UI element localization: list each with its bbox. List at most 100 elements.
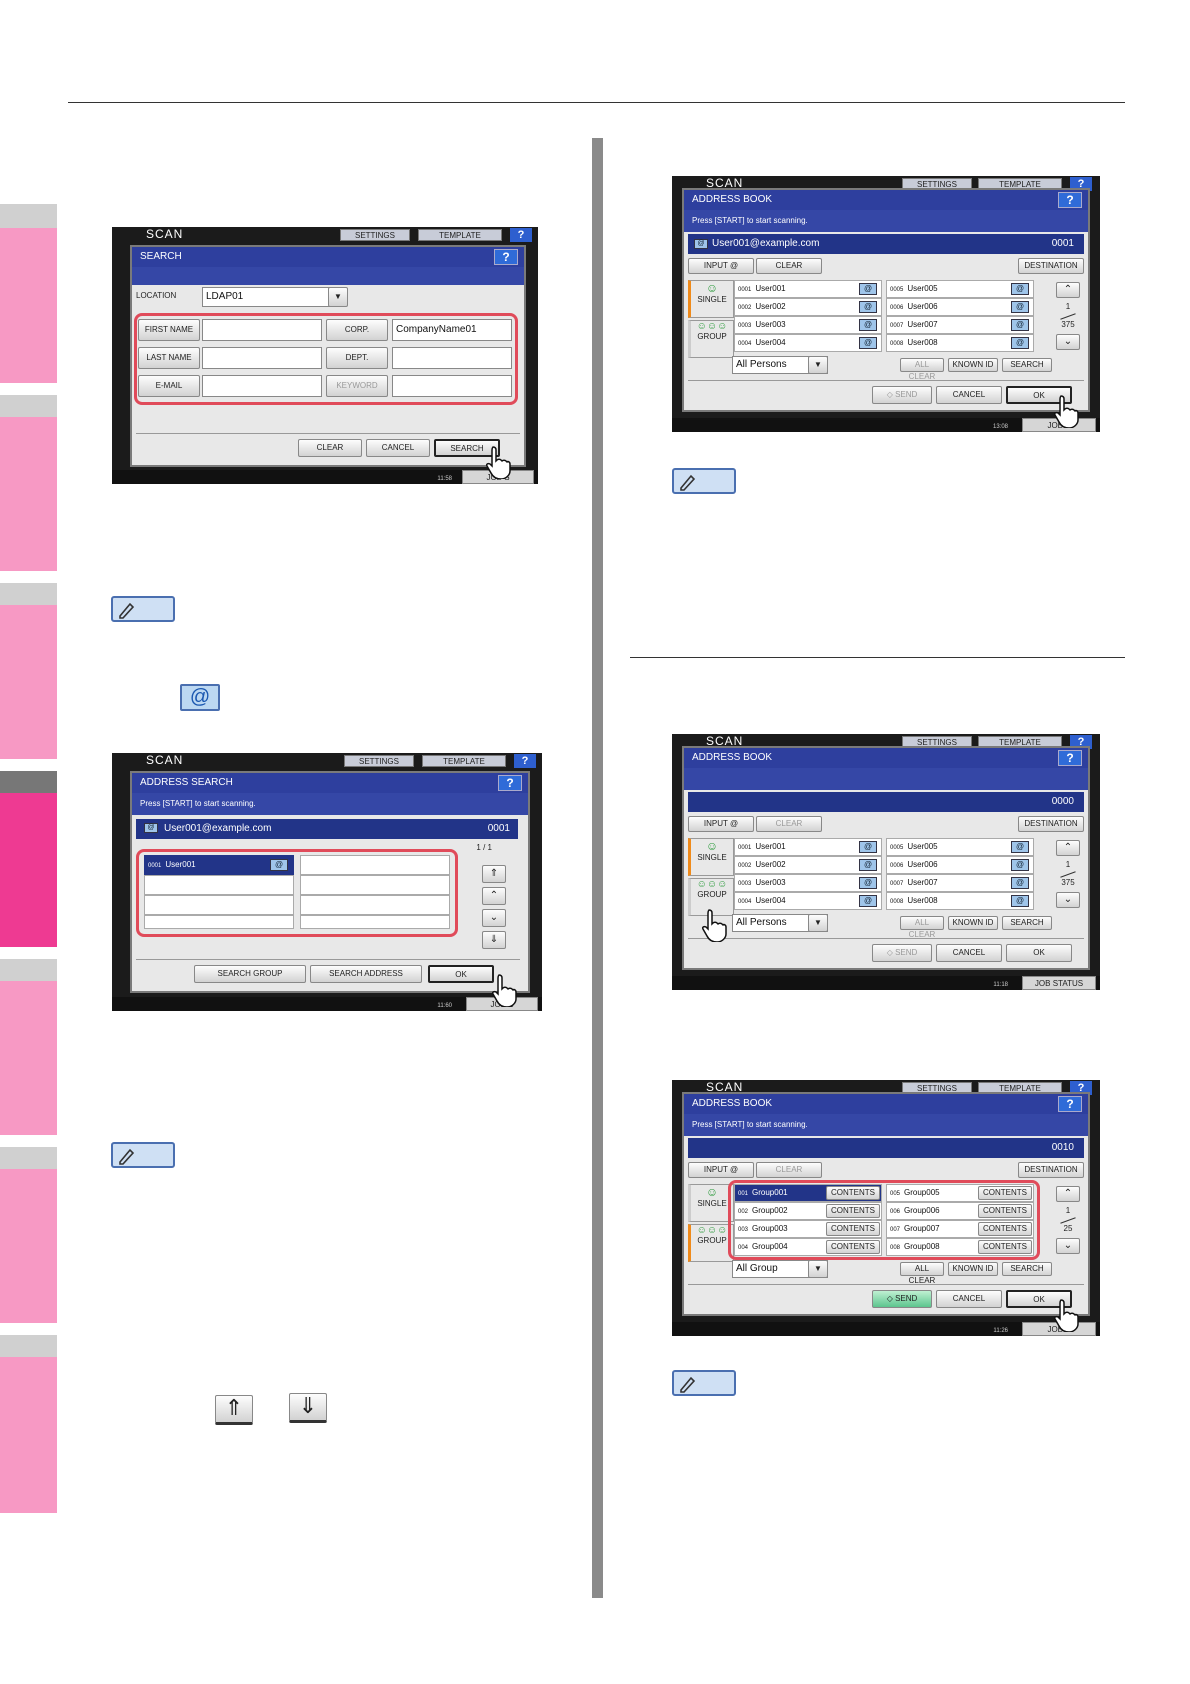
page-up-button[interactable]: ⌃ bbox=[1056, 1186, 1080, 1202]
item-number: 0007 bbox=[890, 881, 904, 887]
list-item[interactable]: 0008 User008 @ bbox=[886, 892, 1034, 910]
item-number: 0008 bbox=[890, 341, 904, 347]
send-button[interactable]: ◇ SEND bbox=[872, 386, 932, 404]
known-id-button[interactable]: KNOWN ID bbox=[948, 358, 998, 372]
destination-button[interactable]: DESTINATION bbox=[1018, 1162, 1084, 1178]
list-item[interactable]: 0006 User006 @ bbox=[886, 856, 1034, 874]
page-up-button[interactable]: ⌃ bbox=[1056, 282, 1080, 298]
page-down-button[interactable]: ⌄ bbox=[1056, 334, 1080, 350]
search-button[interactable]: SEARCH bbox=[1002, 358, 1052, 372]
side-tab-6[interactable] bbox=[0, 1169, 57, 1323]
email-icon: @ bbox=[1011, 337, 1029, 349]
page-down-button[interactable]: ⌄ bbox=[1056, 892, 1080, 908]
input-email-button[interactable]: INPUT @ bbox=[688, 1162, 754, 1178]
destination-button[interactable]: DESTINATION bbox=[1018, 258, 1084, 274]
destination-button[interactable]: DESTINATION bbox=[1018, 816, 1084, 832]
template-tab[interactable]: TEMPLATE bbox=[418, 229, 502, 241]
search-button[interactable]: SEARCH bbox=[1002, 1262, 1052, 1276]
list-item[interactable]: 0007 User007 @ bbox=[886, 316, 1034, 334]
email-icon: @ bbox=[144, 823, 158, 833]
ok-button[interactable]: OK bbox=[428, 965, 494, 983]
group-tab[interactable]: ☺☺☺ GROUP bbox=[688, 320, 734, 358]
ok-button[interactable]: OK bbox=[1006, 944, 1072, 962]
input-email-button[interactable]: INPUT @ bbox=[688, 258, 754, 274]
clear-button[interactable]: CLEAR bbox=[756, 1162, 822, 1178]
list-item[interactable]: 0003 User003 @ bbox=[734, 316, 882, 334]
help-button[interactable]: ? bbox=[510, 228, 532, 242]
page-top-icon: ⇑ bbox=[215, 1395, 253, 1425]
single-tab-label: SINGLE bbox=[697, 853, 727, 862]
job-status-button[interactable]: JOB STATUS bbox=[1022, 976, 1096, 990]
side-tab-1[interactable] bbox=[0, 228, 57, 383]
filter-dropdown-icon[interactable]: ▼ bbox=[808, 914, 828, 932]
list-item[interactable]: 0002 User002 @ bbox=[734, 298, 882, 316]
list-left: 0001 User001 @0002 User002 @0003 User003 @0004… bbox=[734, 838, 882, 910]
list-item[interactable]: 0003 User003 @ bbox=[734, 874, 882, 892]
dialog-divider bbox=[136, 433, 520, 434]
side-tab-5[interactable] bbox=[0, 981, 57, 1135]
screen-address-book-1: SCAN SETTINGS TEMPLATE ? ADDRESS BOOK? P… bbox=[672, 176, 1100, 432]
page-down-button[interactable]: ⌄ bbox=[482, 909, 506, 927]
settings-tab[interactable]: SETTINGS bbox=[344, 755, 414, 767]
page-down-button[interactable]: ⌄ bbox=[1056, 1238, 1080, 1254]
filter-dropdown-icon[interactable]: ▼ bbox=[808, 356, 828, 374]
help-button[interactable]: ? bbox=[1058, 192, 1082, 208]
cancel-button[interactable]: CANCEL bbox=[936, 944, 1002, 962]
person-icon: ☺ bbox=[705, 281, 719, 295]
all-clear-button[interactable]: ALL CLEAR bbox=[900, 916, 944, 939]
list-item[interactable]: 0008 User008 @ bbox=[886, 334, 1034, 352]
clear-button[interactable]: CLEAR bbox=[756, 816, 822, 832]
cancel-button[interactable]: CANCEL bbox=[366, 439, 430, 457]
help-button[interactable]: ? bbox=[494, 249, 518, 265]
list-item[interactable]: 0007 User007 @ bbox=[886, 874, 1034, 892]
input-email-button[interactable]: INPUT @ bbox=[688, 816, 754, 832]
list-item[interactable]: 0002 User002 @ bbox=[734, 856, 882, 874]
help-button[interactable]: ? bbox=[1058, 1096, 1082, 1112]
side-tab-4-active[interactable] bbox=[0, 793, 57, 947]
all-clear-button[interactable]: ALL CLEAR bbox=[900, 1262, 944, 1285]
clear-button[interactable]: CLEAR bbox=[756, 258, 822, 274]
email-icon: @ bbox=[1011, 877, 1029, 889]
help-button[interactable]: ? bbox=[1058, 750, 1082, 766]
single-tab[interactable]: ☺ SINGLE bbox=[688, 838, 734, 876]
list-item[interactable]: 0005 User005 @ bbox=[886, 838, 1034, 856]
search-button[interactable]: SEARCH bbox=[1002, 916, 1052, 930]
list-item[interactable]: 0001 User001 @ bbox=[734, 838, 882, 856]
hand-pointer-icon bbox=[702, 909, 727, 942]
item-name: User003 bbox=[755, 320, 786, 329]
side-tab-7[interactable] bbox=[0, 1357, 57, 1513]
email-icon: @ bbox=[694, 239, 708, 249]
cancel-button[interactable]: CANCEL bbox=[936, 386, 1002, 404]
search-group-button[interactable]: SEARCH GROUP bbox=[194, 965, 306, 983]
item-number: 0001 bbox=[738, 845, 752, 851]
known-id-button[interactable]: KNOWN ID bbox=[948, 916, 998, 930]
cancel-button[interactable]: CANCEL bbox=[936, 1290, 1002, 1308]
dialog-divider bbox=[136, 959, 520, 960]
side-tab-3[interactable] bbox=[0, 605, 57, 759]
settings-tab[interactable]: SETTINGS bbox=[340, 229, 410, 241]
list-item[interactable]: 0001 User001 @ bbox=[734, 280, 882, 298]
help-button[interactable]: ? bbox=[498, 775, 522, 791]
page-up-button[interactable]: ⌃ bbox=[1056, 840, 1080, 856]
list-item[interactable]: 0004 User004 @ bbox=[734, 334, 882, 352]
list-item[interactable]: 0005 User005 @ bbox=[886, 280, 1034, 298]
search-address-button[interactable]: SEARCH ADDRESS bbox=[310, 965, 422, 983]
page-top-button[interactable]: ⇑ bbox=[482, 865, 506, 883]
send-button[interactable]: ◇ SEND bbox=[872, 944, 932, 962]
clear-button[interactable]: CLEAR bbox=[298, 439, 362, 457]
filter-dropdown-icon[interactable]: ▼ bbox=[808, 1260, 828, 1278]
location-select[interactable]: LDAP01 bbox=[202, 287, 346, 307]
send-button[interactable]: ◇ SEND bbox=[872, 1290, 932, 1308]
help-button[interactable]: ? bbox=[514, 754, 536, 768]
page-bottom-button[interactable]: ⇓ bbox=[482, 931, 506, 949]
all-clear-button[interactable]: ALL CLEAR bbox=[900, 358, 944, 381]
send-label: SEND bbox=[895, 948, 918, 957]
single-tab[interactable]: ☺ SINGLE bbox=[688, 280, 734, 318]
page-up-button[interactable]: ⌃ bbox=[482, 887, 506, 905]
template-tab[interactable]: TEMPLATE bbox=[422, 755, 506, 767]
side-tab-2[interactable] bbox=[0, 417, 57, 571]
list-item[interactable]: 0004 User004 @ bbox=[734, 892, 882, 910]
known-id-button[interactable]: KNOWN ID bbox=[948, 1262, 998, 1276]
list-item[interactable]: 0006 User006 @ bbox=[886, 298, 1034, 316]
location-dropdown-icon[interactable]: ▼ bbox=[328, 287, 348, 307]
